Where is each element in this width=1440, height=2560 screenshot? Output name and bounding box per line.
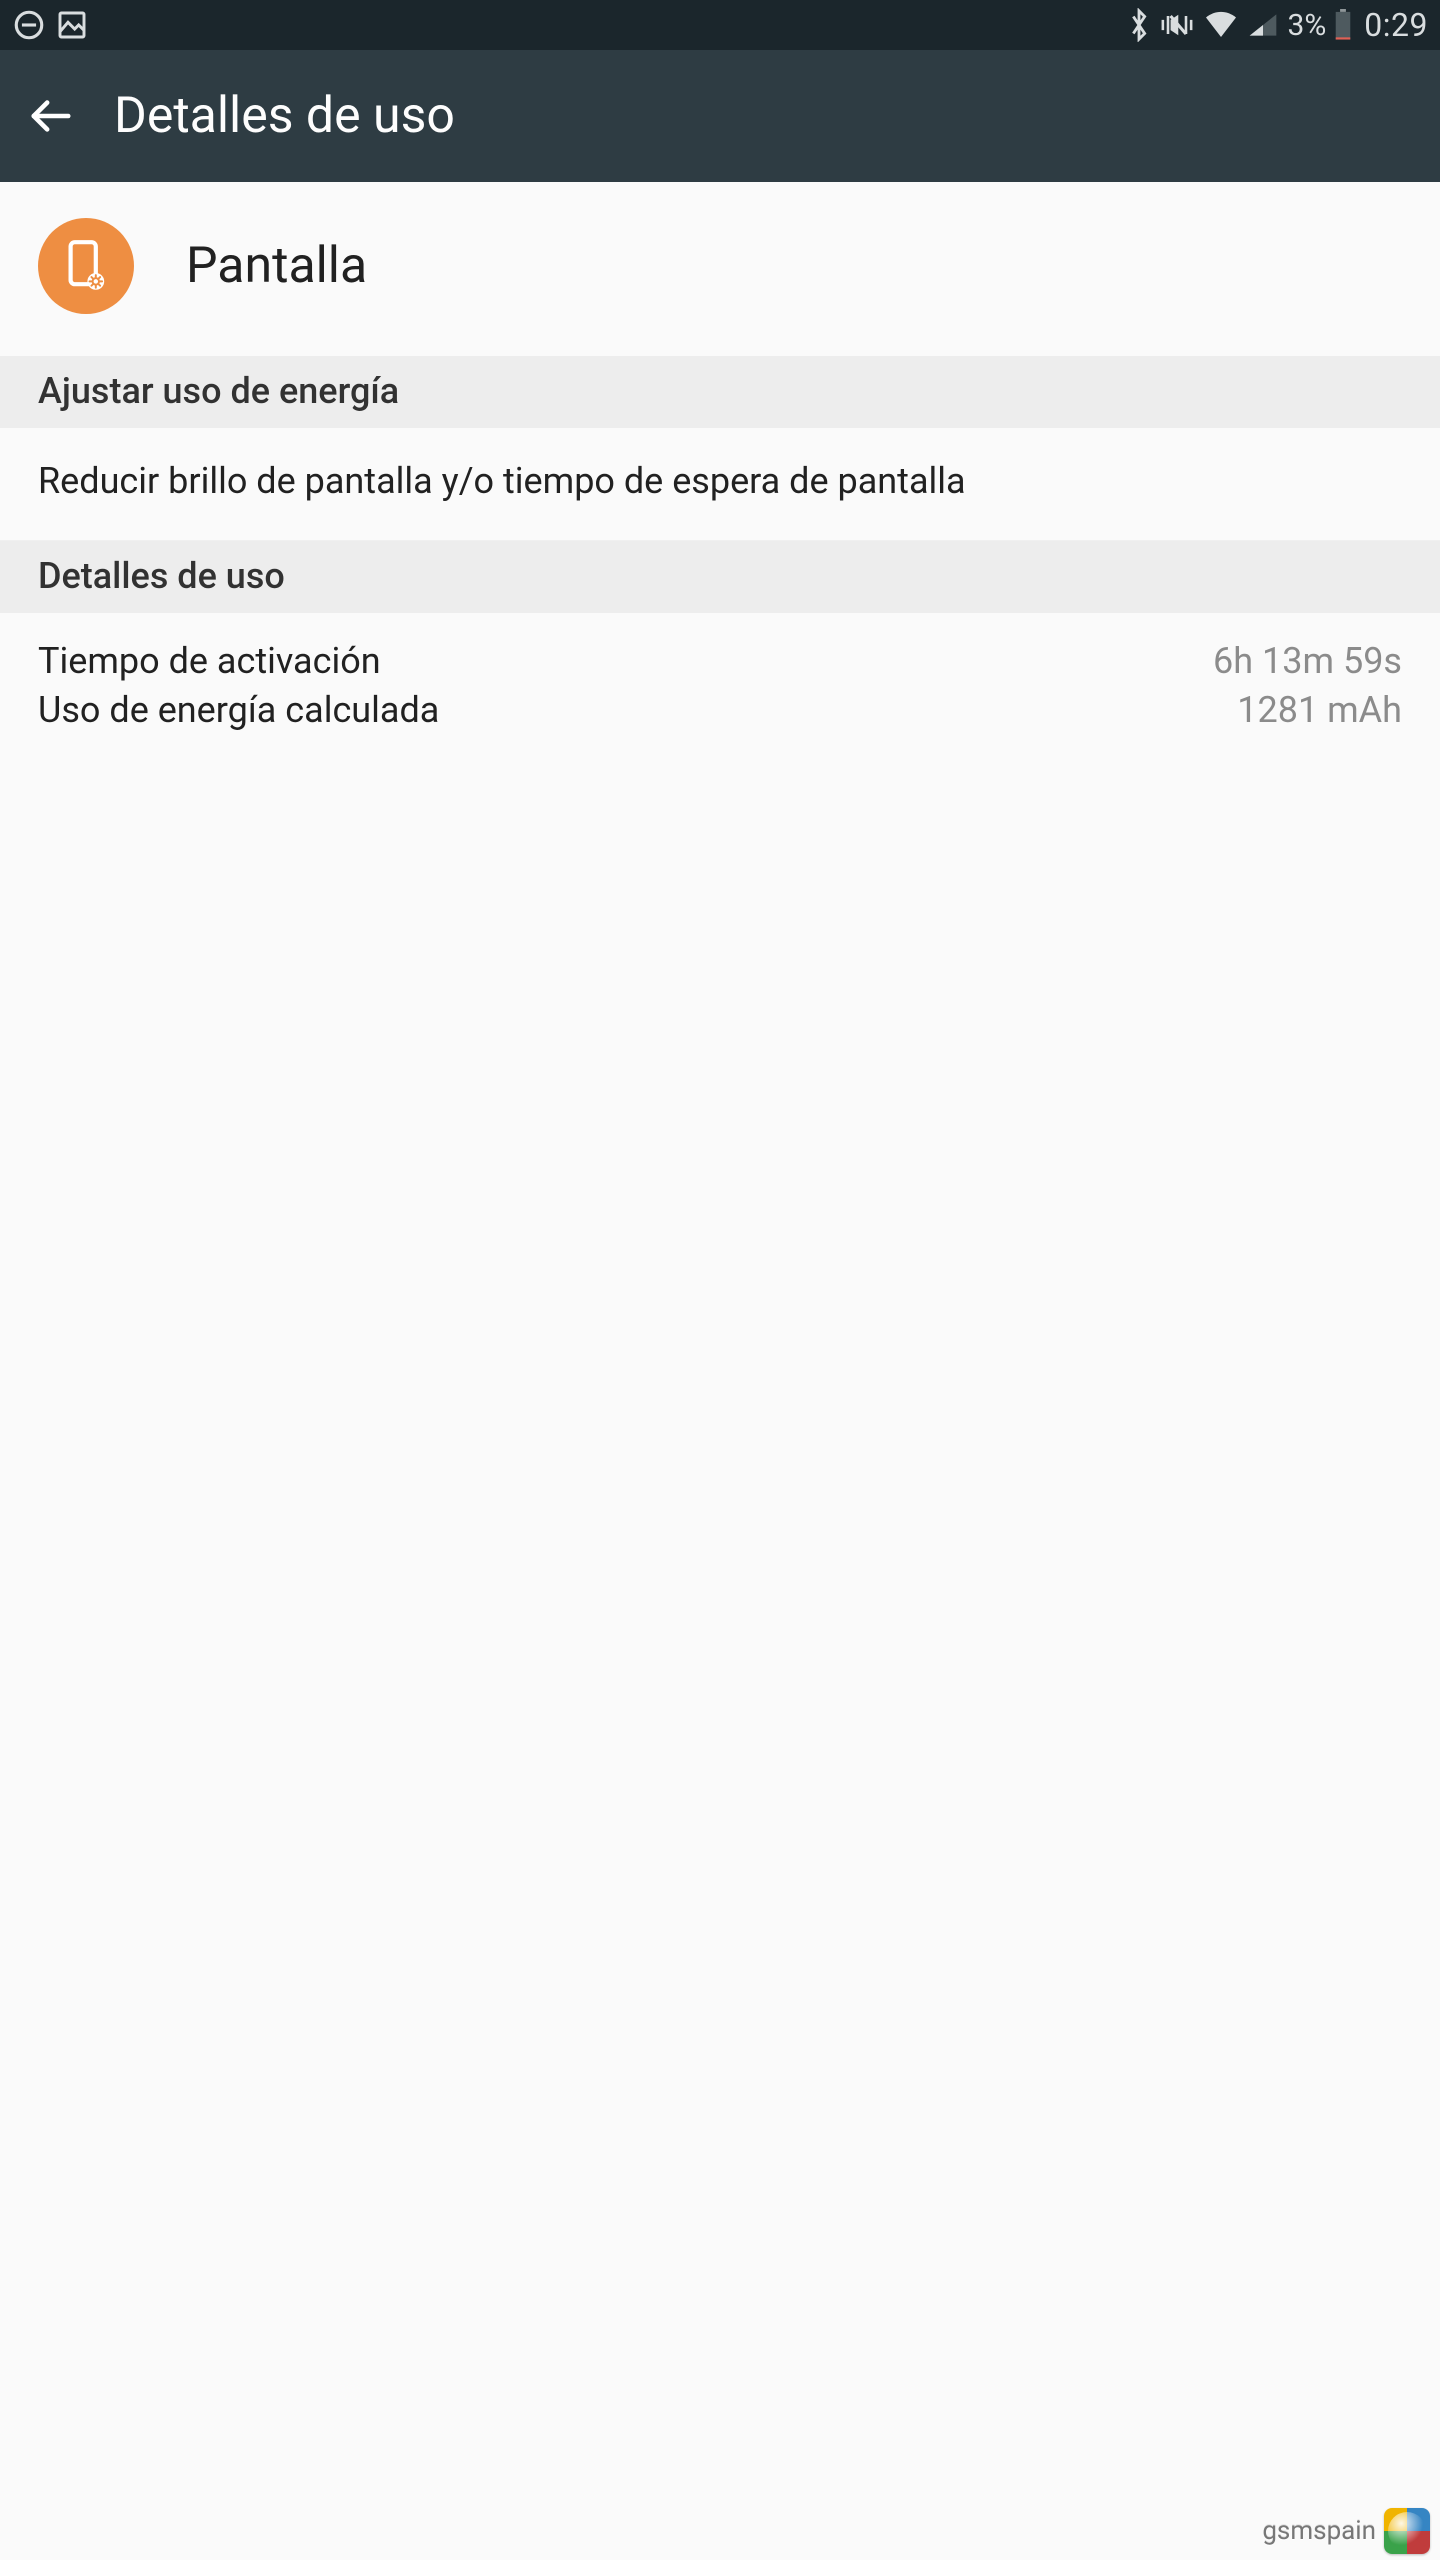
- status-right: 3% 0:29: [1127, 6, 1428, 44]
- cellular-signal-icon: [1247, 10, 1279, 40]
- wifi-icon: [1203, 10, 1239, 40]
- bluetooth-icon: [1127, 8, 1151, 42]
- status-left: [12, 8, 88, 42]
- detail-row-time-on: Tiempo de activación 6h 13m 59s: [38, 637, 1402, 686]
- app-bar: Detalles de uso: [0, 50, 1440, 182]
- section-header-details: Detalles de uso: [0, 541, 1440, 613]
- detail-value: 1281 mAh: [1237, 686, 1402, 735]
- adjust-item[interactable]: Reducir brillo de pantalla y/o tiempo de…: [0, 428, 1440, 541]
- content: Pantalla Ajustar uso de energía Reducir …: [0, 182, 1440, 770]
- header-title: Pantalla: [186, 237, 367, 295]
- status-time: 0:29: [1364, 6, 1428, 44]
- do-not-disturb-icon: [12, 8, 46, 42]
- header-row: Pantalla: [0, 182, 1440, 356]
- detail-label: Tiempo de activación: [38, 637, 381, 686]
- battery-percentage: 3%: [1287, 8, 1326, 43]
- watermark-text: gsmspain: [1262, 2516, 1376, 2546]
- details-list: Tiempo de activación 6h 13m 59s Uso de e…: [0, 613, 1440, 770]
- status-bar: 3% 0:29: [0, 0, 1440, 50]
- detail-value: 6h 13m 59s: [1213, 637, 1402, 686]
- watermark-logo-icon: [1384, 2508, 1430, 2554]
- screen-app-icon: [38, 218, 134, 314]
- adjust-item-primary: Reducir brillo de pantalla y/o tiempo de…: [38, 458, 1402, 504]
- vibrate-mute-icon: [1159, 8, 1195, 42]
- detail-label: Uso de energía calculada: [38, 686, 439, 735]
- battery-low-icon: [1334, 9, 1352, 41]
- detail-row-computed-power: Uso de energía calculada 1281 mAh: [38, 686, 1402, 735]
- image-icon: [56, 9, 88, 41]
- back-button[interactable]: [28, 93, 74, 139]
- watermark: gsmspain: [1262, 2508, 1430, 2554]
- page-title: Detalles de uso: [114, 87, 455, 145]
- section-header-adjust: Ajustar uso de energía: [0, 356, 1440, 428]
